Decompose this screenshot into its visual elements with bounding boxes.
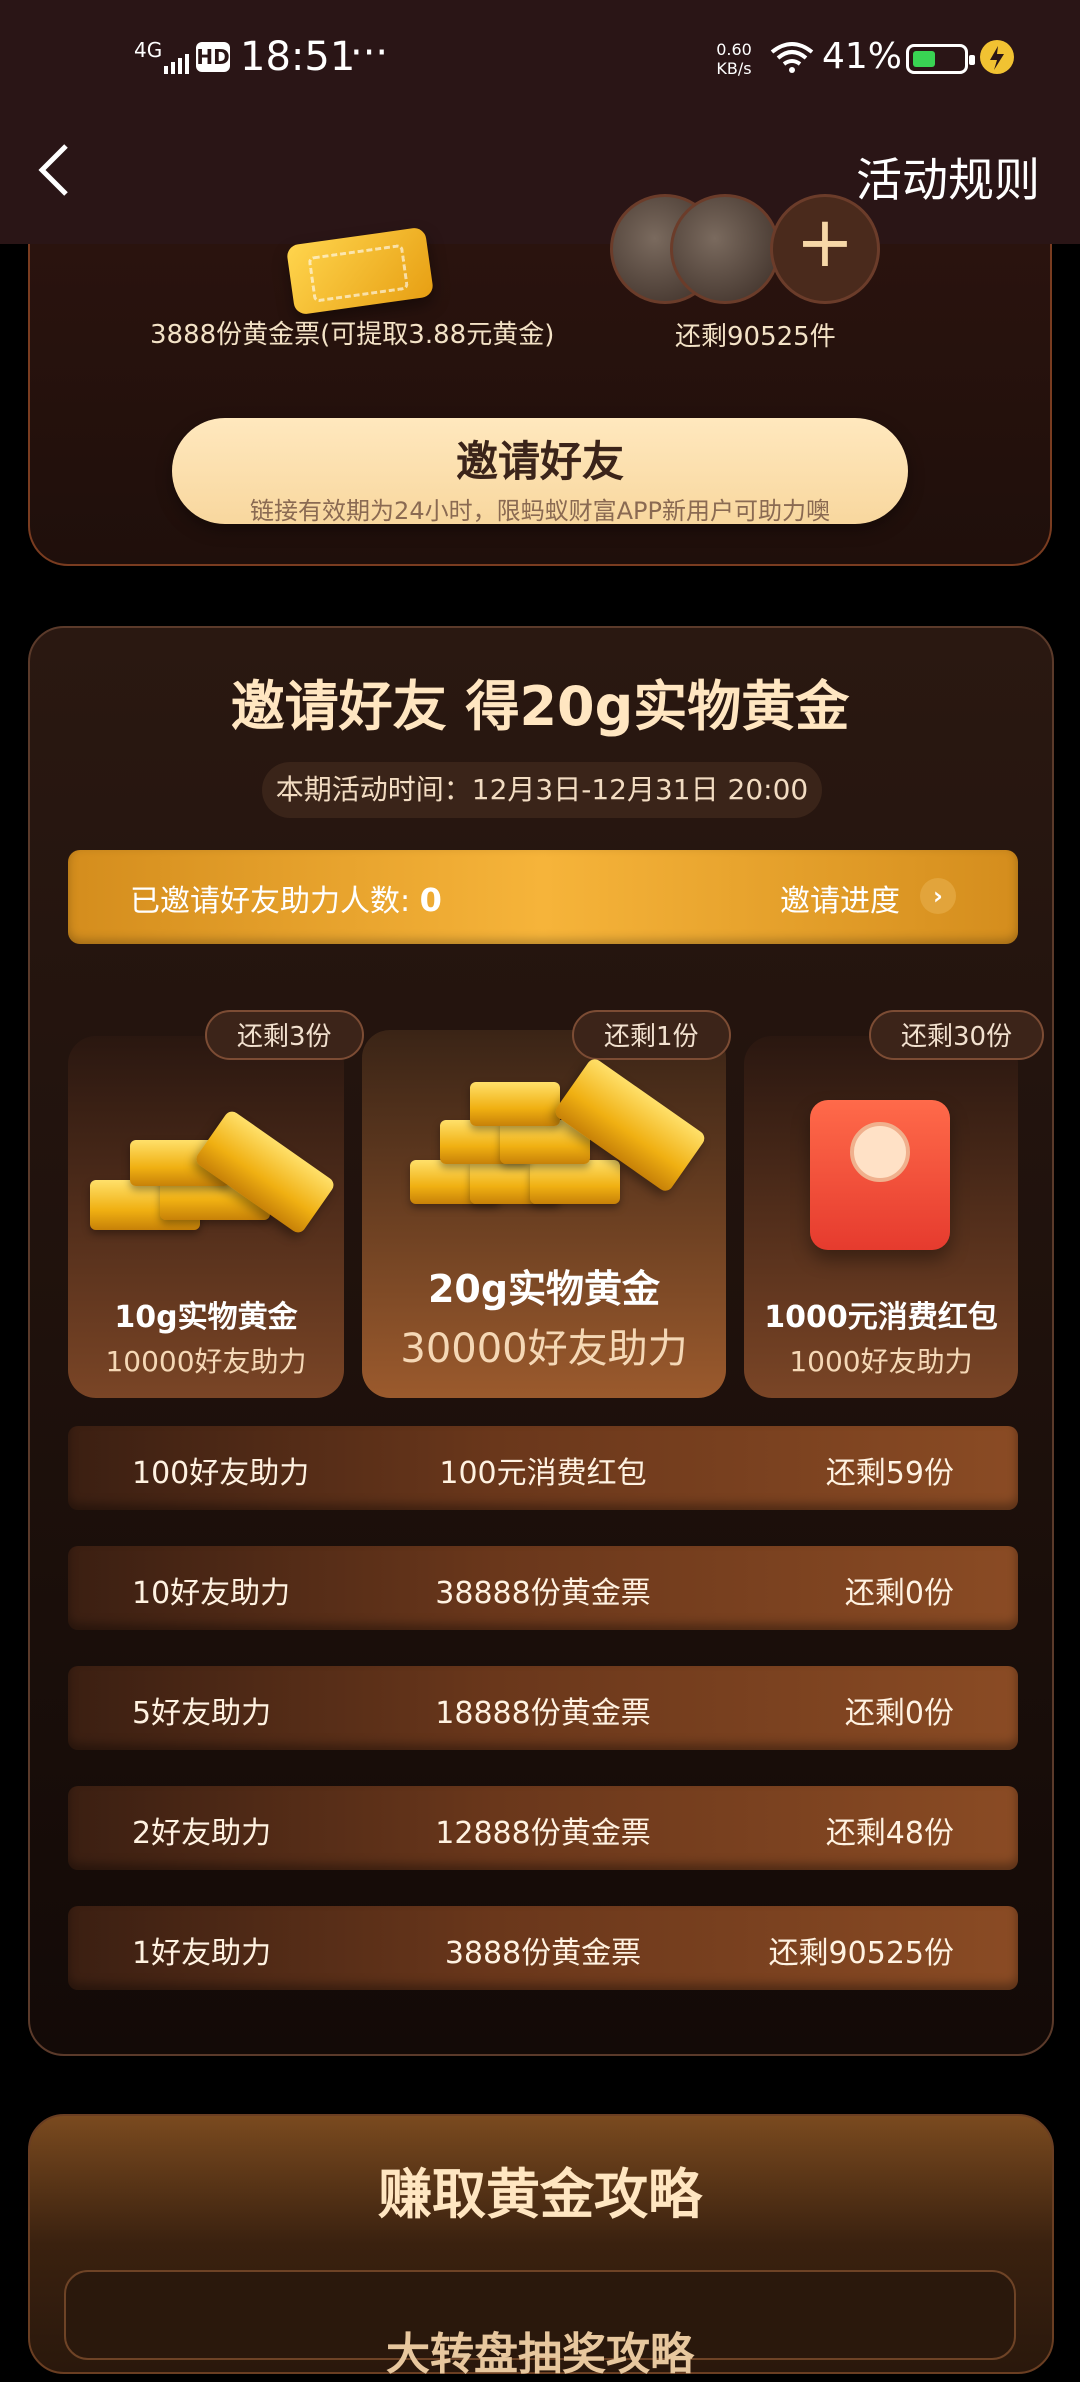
reward-remaining: 还剩59份 [825,1456,954,1491]
red-envelope-icon [810,1100,950,1250]
gold-bars-stack-icon [410,1050,708,1220]
gold-bars-icon [90,1100,337,1250]
prize-title: 20g实物黄金 [427,1267,661,1311]
activity-period: 本期活动时间：12月3日-12月31日 20:00 [262,762,822,818]
signal-icon [164,52,192,74]
prize-requirement: 30000好友助力 [400,1326,688,1372]
reward-row: 1好友助力 3888份黄金票 还剩90525份 [68,1906,1018,1990]
net-speed-value: 0.60 [716,40,752,59]
prize-requirement: 1000好友助力 [789,1345,973,1378]
prize-remaining-tag: 还剩30份 [869,1010,1045,1060]
prize-title: 10g实物黄金 [114,1300,298,1335]
reward-row: 2好友助力 12888份黄金票 还剩48份 [68,1786,1018,1870]
prize-requirement: 10000好友助力 [105,1345,307,1378]
clock: 18:51 [240,34,356,80]
friend-avatars: + [610,194,890,304]
net-speed-unit: KB/s [716,59,752,78]
battery-percent: 41% [822,36,903,77]
prize-title: 1000元消费红包 [764,1300,998,1335]
invite-button-title: 邀请好友 [455,437,624,486]
invited-label: 已邀请好友助力人数: [130,884,411,919]
net-speed: 0.60 KB/s [712,40,756,78]
reward-row: 100好友助力 100元消费红包 还剩59份 [68,1426,1018,1510]
add-avatar-icon: + [770,194,880,304]
invited-count: 0 [419,881,442,919]
reward-remaining: 还剩0份 [844,1696,954,1731]
reward-remaining: 还剩0份 [844,1576,954,1611]
chevron-left-icon [38,144,68,196]
invite-button-subtitle: 链接有效期为24小时，限蚂蚁财富APP新用户可助力噢 [250,497,830,525]
chevron-right-icon[interactable]: › [920,878,956,914]
reward-remaining: 还剩90525份 [768,1936,954,1971]
ticket-caption: 3888份黄金票(可提取3.88元黄金) [150,320,555,350]
strategy-subtitle: 大转盘抽奖攻略 [386,2329,694,2380]
prize-remaining-tag: 还剩3份 [205,1010,364,1060]
back-button[interactable] [30,140,80,200]
battery-icon [906,44,975,74]
reward-row: 10好友助力 38888份黄金票 还剩0份 [68,1546,1018,1630]
network-label: 4G [134,38,163,62]
reward-remaining: 还剩48份 [825,1816,954,1851]
more-dots: ··· [350,30,389,76]
strategy-title: 赚取黄金攻略 [378,2163,702,2226]
reward-row: 5好友助力 18888份黄金票 还剩0份 [68,1666,1018,1750]
activity-rules-link[interactable]: 活动规则 [856,144,1040,210]
invited-count-label: 已邀请好友助力人数: 0 [130,876,442,920]
wifi-icon [770,40,814,74]
hd-icon: HD [196,42,230,72]
invite-progress-link[interactable]: 邀请进度 [780,876,900,920]
invite-friends-button[interactable]: 邀请好友 链接有效期为24小时，限蚂蚁财富APP新用户可助力噢 [172,418,908,525]
remaining-caption: 还剩90525件 [675,322,836,352]
rewards-title: 邀请好友 得20g实物黄金 [230,675,850,738]
avatar [670,194,780,304]
charging-icon [980,40,1014,74]
